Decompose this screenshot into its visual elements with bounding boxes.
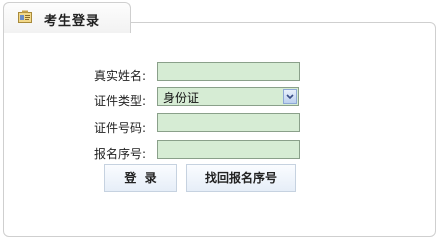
reg-number-label: 报名序号: — [94, 147, 147, 161]
recover-reg-number-button[interactable]: 找回报名序号 — [186, 164, 296, 192]
id-type-label: 证件类型: — [94, 94, 147, 108]
id-number-input[interactable] — [157, 113, 300, 132]
id-card-icon — [18, 10, 32, 23]
name-input[interactable] — [157, 62, 300, 81]
panel-tab: 考生登录 — [3, 2, 131, 33]
id-type-selected-value: 身份证 — [163, 91, 200, 105]
name-label: 真实姓名: — [94, 69, 147, 83]
chevron-down-icon[interactable] — [283, 89, 297, 104]
login-button[interactable]: 登 录 — [104, 164, 177, 192]
login-panel: 考生登录 真实姓名: 证件类型: 身份证 证件号码: 报名序号: 登 录 找回报… — [0, 0, 439, 240]
panel-title: 考生登录 — [44, 14, 101, 29]
id-type-select[interactable]: 身份证 — [157, 87, 299, 106]
reg-number-input[interactable] — [157, 140, 300, 159]
id-number-label: 证件号码: — [94, 121, 147, 135]
